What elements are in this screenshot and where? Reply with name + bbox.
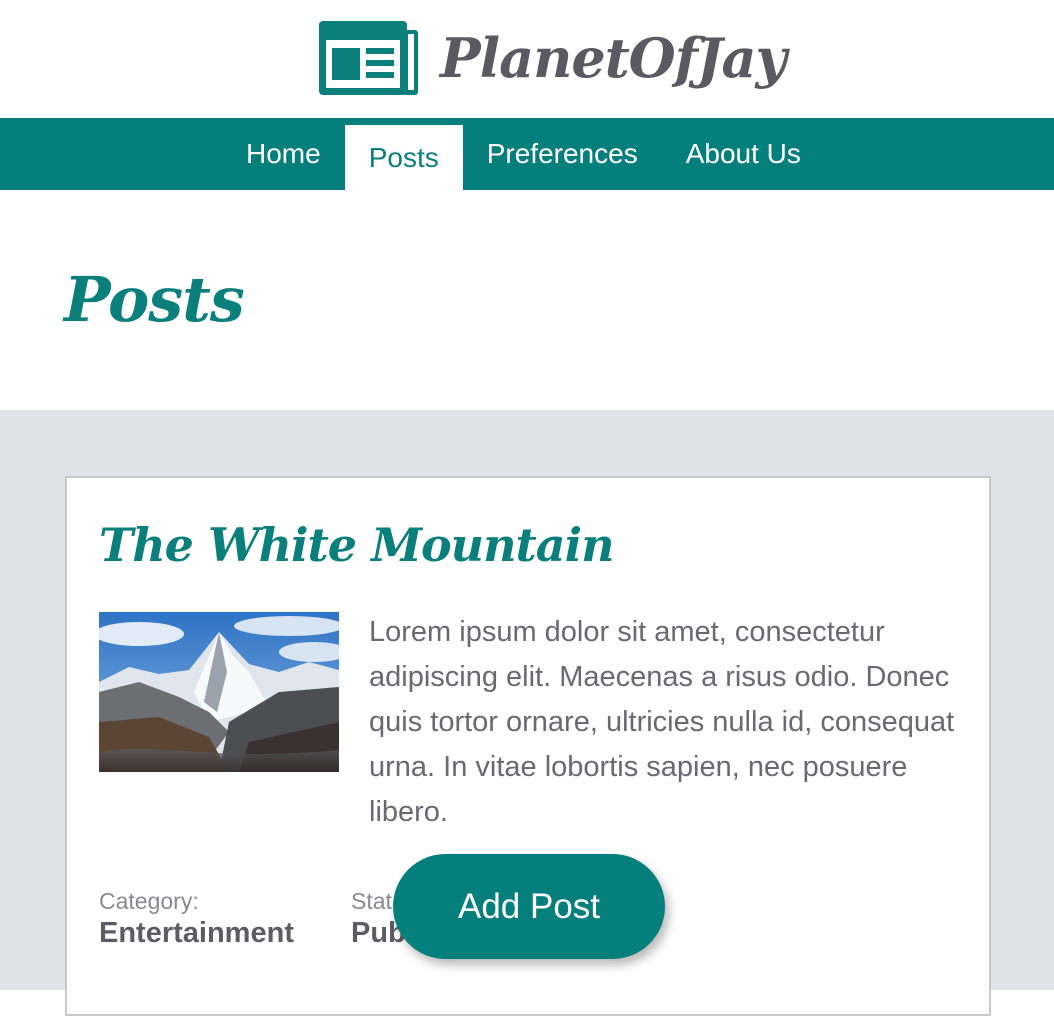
nav-items: Home Posts Preferences About Us [222, 118, 825, 190]
post-title[interactable]: The White Mountain [99, 510, 615, 580]
app-header: PlanetOfJay [0, 0, 1054, 118]
post-excerpt: Lorem ipsum dolor sit amet, consectetur … [369, 616, 955, 828]
page-title: Posts [64, 263, 245, 336]
nav-item-about-us[interactable]: About Us [662, 118, 825, 190]
nav-item-home[interactable]: Home [222, 118, 345, 190]
nav-item-posts[interactable]: Posts [344, 125, 463, 190]
status-label: Stat [351, 888, 392, 914]
category-value: Entertainment [99, 917, 294, 949]
category-label: Category: [99, 888, 199, 914]
post-thumbnail-image[interactable] [99, 612, 339, 772]
brand-name[interactable]: PlanetOfJay [440, 18, 787, 98]
nav-item-preferences[interactable]: Preferences [463, 118, 662, 190]
add-post-button[interactable]: Add Post [393, 854, 665, 959]
main-nav: Home Posts Preferences About Us [0, 118, 1054, 190]
newspaper-icon[interactable] [318, 20, 420, 96]
